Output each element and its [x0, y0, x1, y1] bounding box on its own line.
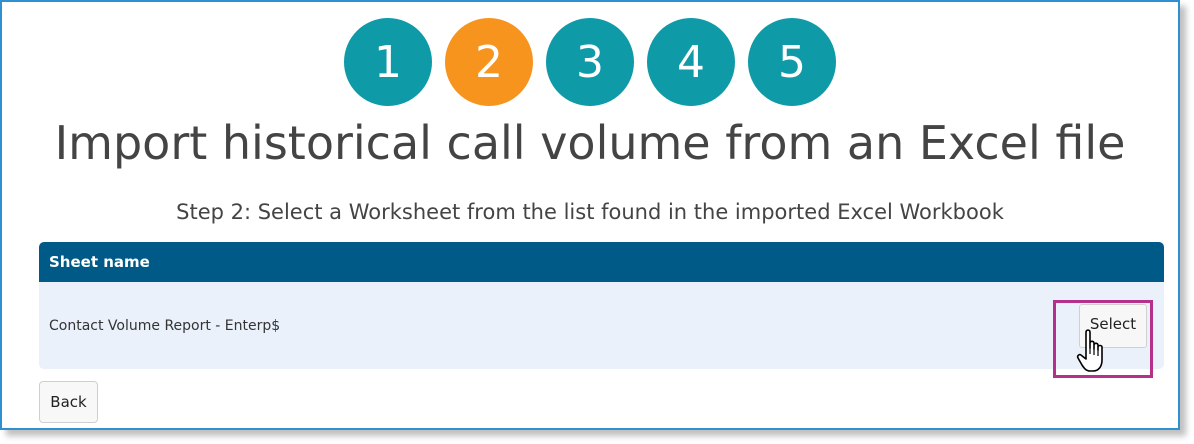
sheet-name-cell: Contact Volume Report - Enterp$ — [49, 317, 281, 334]
back-button[interactable]: Back — [39, 381, 98, 423]
step-2-active[interactable]: 2 — [445, 18, 533, 106]
hand-pointer-icon — [1076, 329, 1103, 372]
table-row: Contact Volume Report - Enterp$ Select — [39, 282, 1164, 369]
page-title: Import historical call volume from an Ex… — [54, 116, 1126, 170]
step-indicator: 1 2 3 4 5 — [2, 18, 1178, 106]
column-header-sheet-name: Sheet name — [49, 253, 150, 271]
step-1[interactable]: 1 — [344, 18, 432, 106]
step-5[interactable]: 5 — [748, 18, 836, 106]
step-subtitle: Step 2: Select a Worksheet from the list… — [176, 200, 1004, 224]
sheet-table: Sheet name Contact Volume Report - Enter… — [39, 242, 1164, 369]
table-header: Sheet name — [39, 242, 1164, 282]
step-3[interactable]: 3 — [546, 18, 634, 106]
step-4[interactable]: 4 — [647, 18, 735, 106]
wizard-window: 1 2 3 4 5 Import historical call volume … — [0, 0, 1180, 430]
